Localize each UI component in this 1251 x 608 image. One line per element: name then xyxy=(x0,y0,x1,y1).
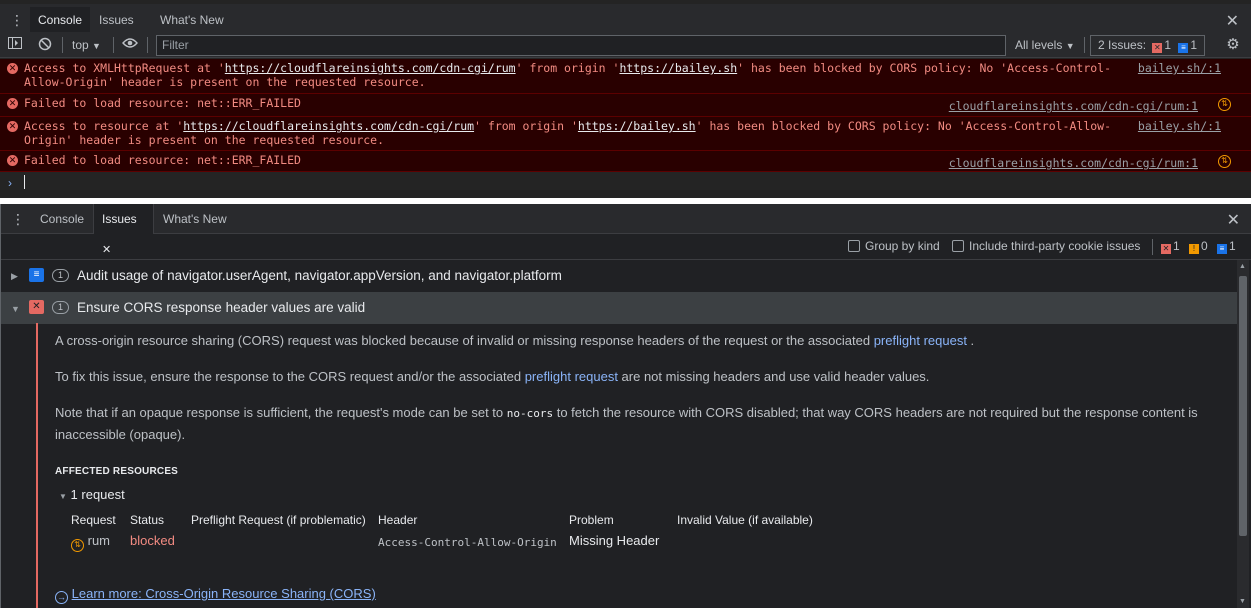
close-drawer-icon[interactable]: ✕ xyxy=(1227,210,1240,230)
scroll-down-icon[interactable]: ▼ xyxy=(1239,598,1246,605)
issue-row-navigator-ua[interactable]: ▶ ≡ 1 Audit usage of navigator.userAgent… xyxy=(1,260,1237,292)
network-request-icon[interactable]: ⇅ xyxy=(1218,98,1231,111)
message-text: Access to XMLHttpRequest at 'https://clo… xyxy=(24,61,1112,89)
error-icon: ✕ xyxy=(7,98,18,109)
tab-whats-new[interactable]: What's New xyxy=(155,204,235,234)
console-error-message: ✕ Access to XMLHttpRequest at 'https://c… xyxy=(0,59,1251,94)
tab-console[interactable]: Console xyxy=(30,7,91,35)
col-problem: Problem xyxy=(569,513,614,527)
message-text: Access to resource at 'https://cloudflar… xyxy=(24,119,1112,147)
group-by-kind-checkbox[interactable] xyxy=(848,240,860,252)
url-link[interactable]: https://cloudflareinsights.com/cdn-cgi/r… xyxy=(183,119,474,133)
arrow-right-circle-icon: → xyxy=(55,591,68,604)
console-input[interactable] xyxy=(24,175,25,189)
network-request-icon[interactable]: ⇅ xyxy=(1218,155,1231,168)
col-header: Header xyxy=(378,513,418,527)
sidebar-toggle-icon[interactable] xyxy=(7,37,23,53)
issue-row-cors[interactable]: ▼ ✕ 1 Ensure CORS response header values… xyxy=(1,292,1237,324)
tab-issues[interactable]: Issues ✕ xyxy=(93,204,154,256)
issue-count-badge: 1 xyxy=(52,269,69,282)
message-source-link[interactable]: cloudflareinsights.com/cdn-cgi/rum:1 xyxy=(949,99,1198,113)
console-toolbar: top ▼ Filter All levels ▼ 2 Issues: ✕ 1 ≡… xyxy=(0,32,1251,58)
message-source-link[interactable]: bailey.sh/:1 xyxy=(1138,119,1221,133)
toolbar-divider xyxy=(1084,37,1085,53)
issue-description: A cross-origin resource sharing (CORS) r… xyxy=(55,333,975,348)
problem-cell: Missing Header xyxy=(569,533,660,548)
request-count-toggle[interactable]: ▼ 1 request xyxy=(59,487,125,502)
request-cell[interactable]: ⇅ rum xyxy=(71,533,110,552)
console-error-message: ✕ Failed to load resource: net::ERR_FAIL… xyxy=(0,151,1251,172)
affected-resources-heading: AFFECTED RESOURCES xyxy=(55,466,179,477)
error-icon: ✕ xyxy=(1152,43,1163,53)
issues-drawer: ⋮ Console Issues ✕ What's New ✕ Group by… xyxy=(0,204,1251,608)
third-party-cookie-label: Include third-party cookie issues xyxy=(969,239,1141,253)
issues-counter-button[interactable]: 2 Issues: ✕ 1 ≡ 1 xyxy=(1090,35,1205,56)
preflight-request-link[interactable]: preflight request xyxy=(525,369,618,384)
group-by-kind-label: Group by kind xyxy=(865,239,940,253)
error-icon: ✕ xyxy=(7,155,18,166)
url-link[interactable]: https://cloudflareinsights.com/cdn-cgi/r… xyxy=(225,61,516,75)
info-message-icon: ≡ xyxy=(1178,43,1189,53)
col-request: Request xyxy=(71,513,116,527)
issue-fix-text: To fix this issue, ensure the response t… xyxy=(55,369,930,384)
error-issue-icon: ✕ xyxy=(29,300,44,314)
error-icon: ✕ xyxy=(1161,244,1171,254)
clear-console-icon[interactable] xyxy=(37,37,53,53)
drawer-tab-bar: ⋮ Console Issues ✕ What's New ✕ xyxy=(1,204,1251,256)
error-icon: ✕ xyxy=(7,121,18,132)
issue-details: A cross-origin resource sharing (CORS) r… xyxy=(36,323,1237,608)
toolbar-divider xyxy=(113,37,114,53)
more-tools-icon[interactable]: ⋮ xyxy=(10,13,24,29)
collapse-arrow-icon: ▼ xyxy=(11,304,20,314)
info-count: ≡ 1 xyxy=(1217,239,1236,254)
issue-note-text: Note that if an opaque response is suffi… xyxy=(55,405,1198,442)
error-count: ✕ 1 xyxy=(1161,239,1180,254)
improvement-issue-icon: ≡ xyxy=(29,268,44,282)
third-party-cookie-checkbox[interactable] xyxy=(952,240,964,252)
col-status: Status xyxy=(130,513,165,527)
log-levels-select[interactable]: All levels ▼ xyxy=(1015,38,1075,52)
more-tools-icon[interactable]: ⋮ xyxy=(11,212,25,228)
issues-toolbar: Group by kind Include third-party cookie… xyxy=(1,234,1251,260)
scroll-up-icon[interactable]: ▲ xyxy=(1239,263,1246,270)
url-link[interactable]: https://bailey.sh xyxy=(578,119,696,133)
issues-scrollbar[interactable]: ▲ ▼ xyxy=(1237,260,1249,608)
console-panel: ⋮ Console Issues What's New ✕ top ▼ Filt… xyxy=(0,0,1251,198)
console-prompt-icon: › xyxy=(8,176,12,190)
tab-console[interactable]: Console xyxy=(32,204,92,234)
col-preflight: Preflight Request (if problematic) xyxy=(191,513,366,527)
issue-title: Ensure CORS response header values are v… xyxy=(77,300,366,315)
network-request-icon: ⇅ xyxy=(71,539,84,552)
toolbar-divider xyxy=(147,37,148,53)
console-error-message: ✕ Failed to load resource: net::ERR_FAIL… xyxy=(0,94,1251,117)
issue-count-badge: 1 xyxy=(52,301,69,314)
console-error-message: ✕ Access to resource at 'https://cloudfl… xyxy=(0,117,1251,151)
issue-title: Audit usage of navigator.userAgent, navi… xyxy=(77,268,562,283)
col-invalid-value: Invalid Value (if available) xyxy=(677,513,813,527)
error-icon: ✕ xyxy=(7,63,18,74)
status-cell: blocked xyxy=(130,533,175,548)
learn-more-link[interactable]: → Learn more: Cross-Origin Resource Shar… xyxy=(55,583,1230,604)
toolbar-divider xyxy=(62,37,63,53)
message-source-link[interactable]: cloudflareinsights.com/cdn-cgi/rum:1 xyxy=(949,156,1198,170)
eye-icon[interactable] xyxy=(122,37,138,53)
header-cell: Access-Control-Allow-Origin xyxy=(378,536,557,549)
preflight-request-link[interactable]: preflight request xyxy=(874,333,967,348)
settings-gear-icon[interactable]: ⚙ xyxy=(1225,37,1241,53)
info-message-icon: ≡ xyxy=(1217,244,1227,254)
toolbar-divider xyxy=(1152,239,1153,255)
url-link[interactable]: https://bailey.sh xyxy=(619,61,737,75)
message-source-link[interactable]: bailey.sh/:1 xyxy=(1138,61,1221,75)
filter-input[interactable]: Filter xyxy=(156,35,1006,56)
context-select[interactable]: top ▼ xyxy=(72,38,101,52)
no-cors-code: no-cors xyxy=(506,407,554,420)
expand-arrow-icon: ▶ xyxy=(11,271,18,281)
warning-icon: ! xyxy=(1189,244,1199,254)
scrollbar-thumb[interactable] xyxy=(1239,276,1247,536)
warning-count: ! 0 xyxy=(1189,239,1208,254)
close-icon[interactable]: ✕ xyxy=(1226,11,1239,31)
